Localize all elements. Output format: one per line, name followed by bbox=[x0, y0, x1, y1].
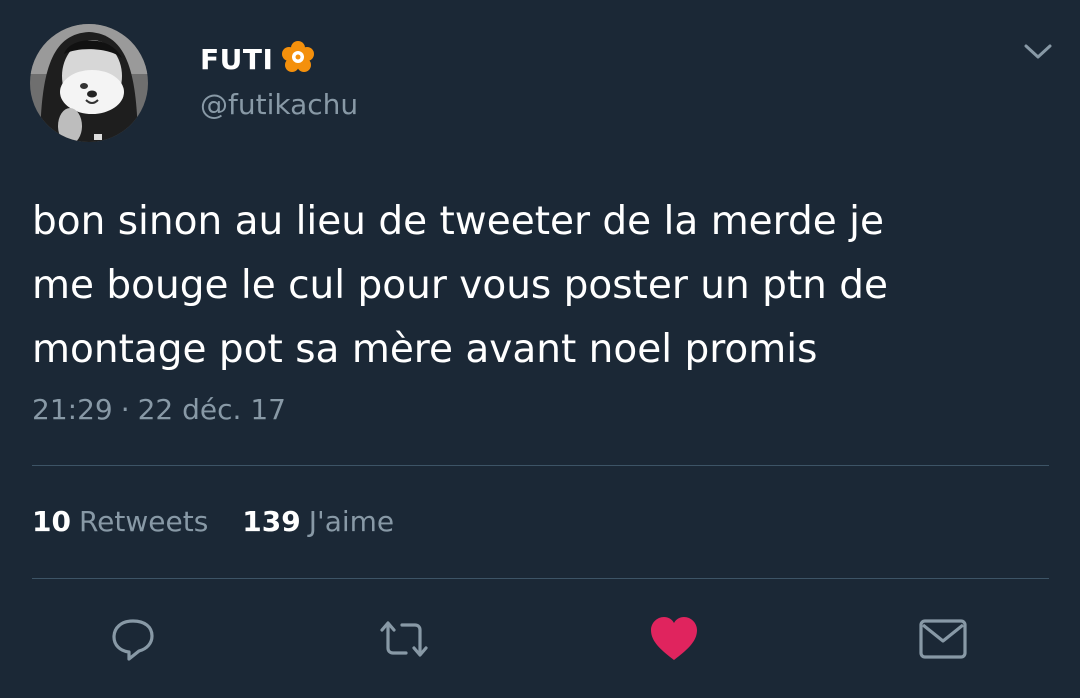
tweet-stats: 10 Retweets 139 J'aime bbox=[32, 505, 394, 538]
hibiscus-flower-icon bbox=[281, 40, 315, 78]
avatar[interactable] bbox=[30, 14, 148, 152]
direct-message-button[interactable] bbox=[916, 616, 970, 666]
retweets-label: Retweets bbox=[78, 505, 209, 538]
tweet-date: 22 déc. 17 bbox=[137, 393, 286, 426]
tweet-time: 21:29 bbox=[32, 393, 113, 426]
likes-count: 139 bbox=[242, 505, 301, 538]
display-name[interactable]: FUTI bbox=[200, 40, 315, 78]
retweet-icon bbox=[376, 614, 432, 668]
tweet-text-line: bon sinon au lieu de tweeter de la merde… bbox=[32, 199, 885, 244]
envelope-icon bbox=[916, 614, 970, 668]
retweet-button[interactable] bbox=[377, 616, 431, 666]
tweet-card: FUTI @futikachu bon sinon au lieu de twe… bbox=[0, 0, 1080, 698]
retweets-count: 10 bbox=[32, 505, 71, 538]
like-button[interactable] bbox=[647, 616, 701, 666]
divider bbox=[32, 465, 1049, 466]
author-handle[interactable]: @futikachu bbox=[200, 88, 358, 121]
tweet-timestamp[interactable]: 21:29 · 22 déc. 17 bbox=[32, 393, 286, 426]
retweets-stat[interactable]: 10 Retweets bbox=[32, 505, 208, 538]
heart-icon bbox=[648, 614, 700, 668]
reply-button[interactable] bbox=[106, 616, 160, 666]
timestamp-separator: · bbox=[120, 393, 130, 426]
tweet-text-line: me bouge le cul pour vous poster un ptn … bbox=[32, 263, 889, 308]
tweet-text-line: montage pot sa mère avant noel promis bbox=[32, 327, 818, 372]
tweet-text: bon sinon au lieu de tweeter de la merde… bbox=[32, 190, 1042, 382]
display-name-text: FUTI bbox=[200, 42, 274, 76]
chevron-down-icon[interactable] bbox=[1016, 36, 1060, 68]
likes-stat[interactable]: 139 J'aime bbox=[242, 505, 394, 538]
likes-label: J'aime bbox=[308, 505, 395, 538]
divider bbox=[32, 578, 1049, 579]
reply-icon bbox=[108, 614, 158, 668]
